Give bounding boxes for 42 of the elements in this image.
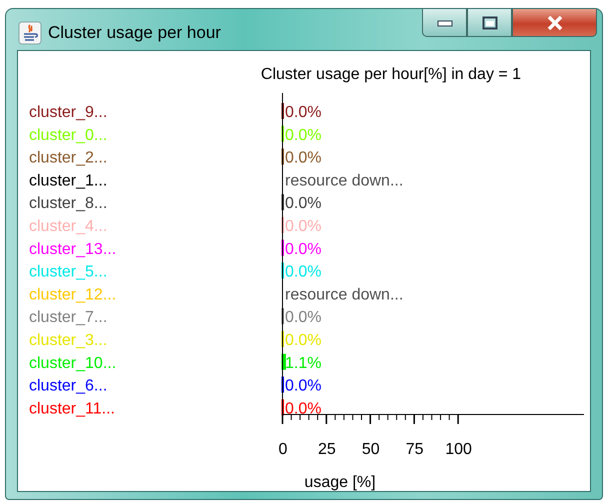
value-label: 0.0%: [285, 240, 322, 258]
value-label: 0.0%: [285, 195, 322, 212]
category-label: cluster_5...: [29, 264, 108, 281]
maximize-icon: [482, 16, 498, 30]
value-label: resource down...: [285, 172, 404, 190]
category-label: cluster_8...: [29, 195, 108, 212]
value-label: 0.0%: [285, 264, 322, 281]
category-label: cluster_1...: [29, 172, 108, 190]
minimize-icon: [436, 18, 452, 26]
value-label: 0.0%: [285, 309, 322, 326]
close-button[interactable]: [512, 9, 597, 37]
value-label: 1.1%: [285, 354, 322, 372]
category-label: cluster_9...: [29, 104, 108, 121]
tick-label: 100: [445, 441, 472, 458]
maximize-button[interactable]: [467, 9, 512, 37]
value-label: 0.0%: [285, 332, 322, 349]
value-label: 0.0%: [285, 104, 322, 121]
window-title: Cluster usage per hour: [48, 23, 221, 43]
value-label: resource down...: [285, 286, 404, 304]
category-label: cluster_3...: [29, 332, 108, 349]
category-label: cluster_12...: [29, 286, 116, 304]
minimize-button[interactable]: [422, 9, 467, 37]
value-label: 0.0%: [285, 400, 322, 418]
chart-title: Cluster usage per hour[%] in day = 1: [260, 66, 522, 83]
app-icon: [18, 21, 42, 45]
tick-label: 0: [278, 441, 288, 458]
tick-label: 25: [318, 441, 336, 458]
category-label: cluster_13...: [29, 240, 116, 258]
category-label: cluster_4...: [29, 218, 108, 235]
tick-label: 50: [362, 441, 380, 458]
value-label: 0.0%: [285, 150, 322, 167]
value-label: 0.0%: [285, 378, 322, 395]
category-label: cluster_6...: [29, 378, 108, 395]
axis-label: usage [%]: [304, 474, 376, 491]
category-label: cluster_11...: [29, 400, 115, 418]
category-label: cluster_7...: [29, 309, 108, 326]
tick-label: 75: [406, 441, 424, 458]
value-label: 0.0%: [285, 218, 322, 235]
category-label: cluster_10...: [29, 354, 116, 372]
category-label: cluster_0...: [29, 126, 108, 144]
value-label: 0.0%: [285, 126, 322, 144]
category-label: cluster_2...: [29, 150, 108, 167]
